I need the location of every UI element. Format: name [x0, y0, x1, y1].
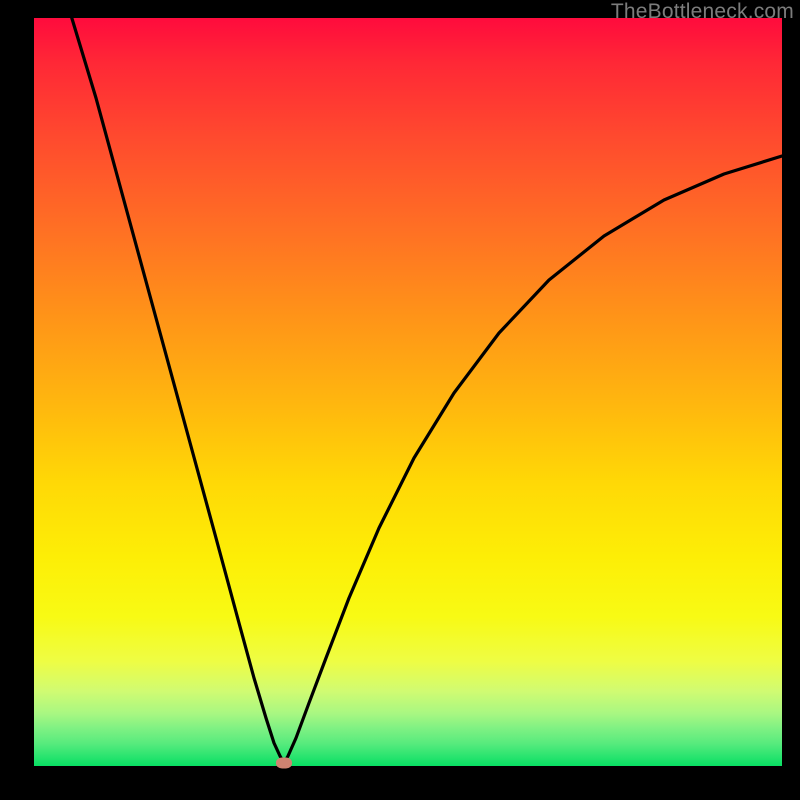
- plot-area: [34, 18, 782, 766]
- vertex-marker: [276, 758, 292, 769]
- chart-frame: TheBottleneck.com: [0, 0, 800, 800]
- bottleneck-curve: [34, 18, 782, 766]
- watermark-text: TheBottleneck.com: [611, 0, 794, 24]
